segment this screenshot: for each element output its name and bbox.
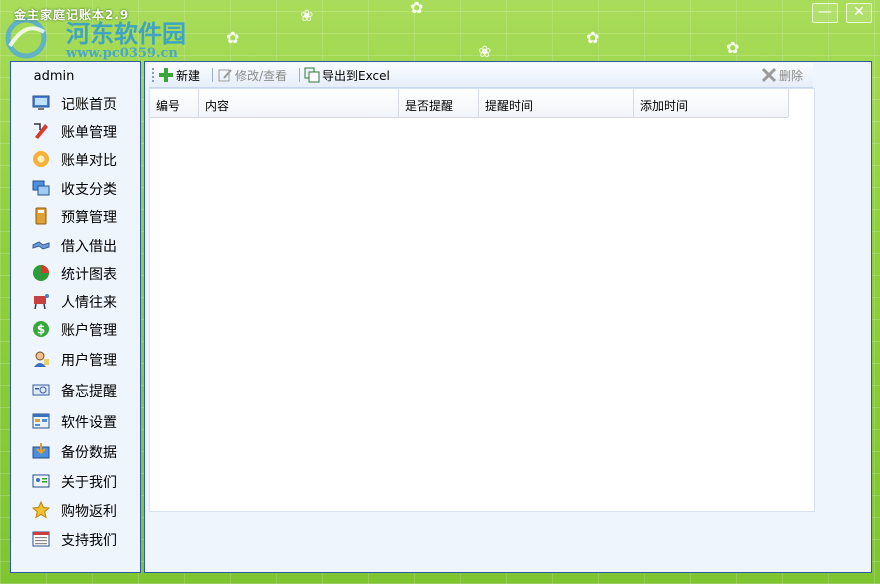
sidebar-item-users[interactable]: 用户管理: [11, 346, 140, 372]
backup-icon: [32, 443, 50, 459]
edit-view-button-label: 修改/查看: [235, 69, 288, 83]
sidebar-item-label: 备忘提醒: [61, 384, 117, 400]
sidebar-item-compare[interactable]: 账单对比: [11, 146, 140, 172]
windows-icon: [32, 180, 50, 196]
delete-button[interactable]: 删除: [761, 66, 811, 84]
svg-text:$: $: [37, 323, 45, 337]
sidebar-item-about[interactable]: 关于我们: [11, 468, 140, 494]
star-icon: [31, 500, 51, 519]
sidebar-item-label: 软件设置: [61, 415, 117, 431]
dollar-icon: $: [33, 321, 49, 337]
sidebar-item-support[interactable]: 支持我们: [11, 526, 140, 552]
sidebar-item-label: 购物返利: [61, 504, 117, 520]
pen-icon: [34, 123, 48, 139]
column-header-remind[interactable]: 是否提醒: [399, 89, 479, 117]
sidebar-item-bills[interactable]: 账单管理: [11, 118, 140, 144]
watermark-text: 河东软件园: [66, 19, 186, 48]
export-excel-button[interactable]: 导出到Excel: [304, 66, 394, 84]
plus-icon: [159, 68, 173, 82]
sidebar-item-label: 借入借出: [61, 239, 117, 255]
sidebar-item-backup[interactable]: 备份数据: [11, 438, 140, 464]
sidebar: admin 记账首页 账单管理 账单对比 收支分类 预算管理 借入借出 统计图表…: [10, 61, 141, 573]
sidebar-item-label: 关于我们: [61, 475, 117, 491]
toolbar: 新建 修改/查看 导出到Excel 删除: [149, 63, 813, 88]
settings-icon: [32, 413, 50, 429]
id-card-icon: [32, 474, 50, 488]
column-header-id[interactable]: 编号: [150, 89, 199, 117]
minimize-button[interactable]: —: [812, 3, 838, 23]
sidebar-item-loans[interactable]: 借入借出: [11, 232, 140, 258]
monitor-icon: [32, 95, 50, 110]
sidebar-item-home[interactable]: 记账首页: [11, 90, 140, 116]
pie-chart-icon: [33, 265, 49, 281]
delete-icon: [761, 67, 777, 83]
list-icon: [32, 531, 50, 547]
sidebar-item-label: 人情往来: [61, 295, 117, 311]
handshake-icon: [32, 241, 50, 250]
sidebar-item-rebate[interactable]: 购物返利: [11, 497, 140, 523]
sidebar-item-label: 收支分类: [61, 182, 117, 198]
current-user: admin: [33, 69, 75, 84]
toolbar-grip[interactable]: [152, 68, 156, 82]
sidebar-item-accounts[interactable]: $ 账户管理: [11, 316, 140, 342]
sidebar-item-label: 支持我们: [61, 533, 117, 549]
user-icon: [34, 351, 49, 367]
sidebar-item-label: 预算管理: [61, 210, 117, 226]
new-button-label: 新建: [176, 69, 201, 83]
table-header: 编号 内容 是否提醒 提醒时间 添加时间: [150, 89, 789, 118]
close-button[interactable]: ✕: [846, 3, 872, 23]
sidebar-item-settings[interactable]: 软件设置: [11, 408, 140, 434]
column-header-remind-time[interactable]: 提醒时间: [479, 89, 634, 117]
flower-icon: [33, 151, 49, 167]
sidebar-item-categories[interactable]: 收支分类: [11, 175, 140, 201]
sidebar-item-social[interactable]: 人情往来: [11, 288, 140, 314]
sidebar-item-label: 账单对比: [61, 153, 117, 169]
sidebar-item-reminders[interactable]: 备忘提醒: [11, 377, 140, 403]
sidebar-item-charts[interactable]: 统计图表: [11, 260, 140, 286]
memo-icon: [32, 384, 50, 396]
sidebar-item-label: 备份数据: [61, 445, 117, 461]
calculator-icon: [35, 207, 47, 225]
sidebar-item-label: 账户管理: [61, 323, 117, 339]
sidebar-item-budget[interactable]: 预算管理: [11, 203, 140, 229]
new-button[interactable]: 新建: [158, 66, 208, 84]
toolbar-separator: [212, 68, 213, 82]
title-bar[interactable]: 金主家庭记账本2.9 河东软件园 www.pc0359.cn — ✕: [0, 0, 880, 61]
watermark-url: www.pc0359.cn: [66, 46, 178, 61]
column-header-added-time[interactable]: 添加时间: [634, 89, 789, 117]
edit-view-button[interactable]: 修改/查看: [217, 66, 295, 84]
toolbar-separator: [299, 68, 300, 82]
sidebar-item-label: 账单管理: [61, 125, 117, 141]
reminder-table[interactable]: 编号 内容 是否提醒 提醒时间 添加时间: [149, 88, 815, 512]
delete-button-label: 删除: [779, 69, 804, 83]
export-excel-button-label: 导出到Excel: [322, 69, 390, 83]
copy-icon: [304, 67, 320, 83]
sidebar-item-label: 统计图表: [61, 267, 117, 283]
column-header-content[interactable]: 内容: [199, 89, 399, 117]
edit-icon: [218, 69, 232, 82]
sidebar-item-label: 记账首页: [61, 97, 117, 113]
sidebar-item-label: 用户管理: [61, 353, 117, 369]
people-icon: [34, 294, 49, 310]
